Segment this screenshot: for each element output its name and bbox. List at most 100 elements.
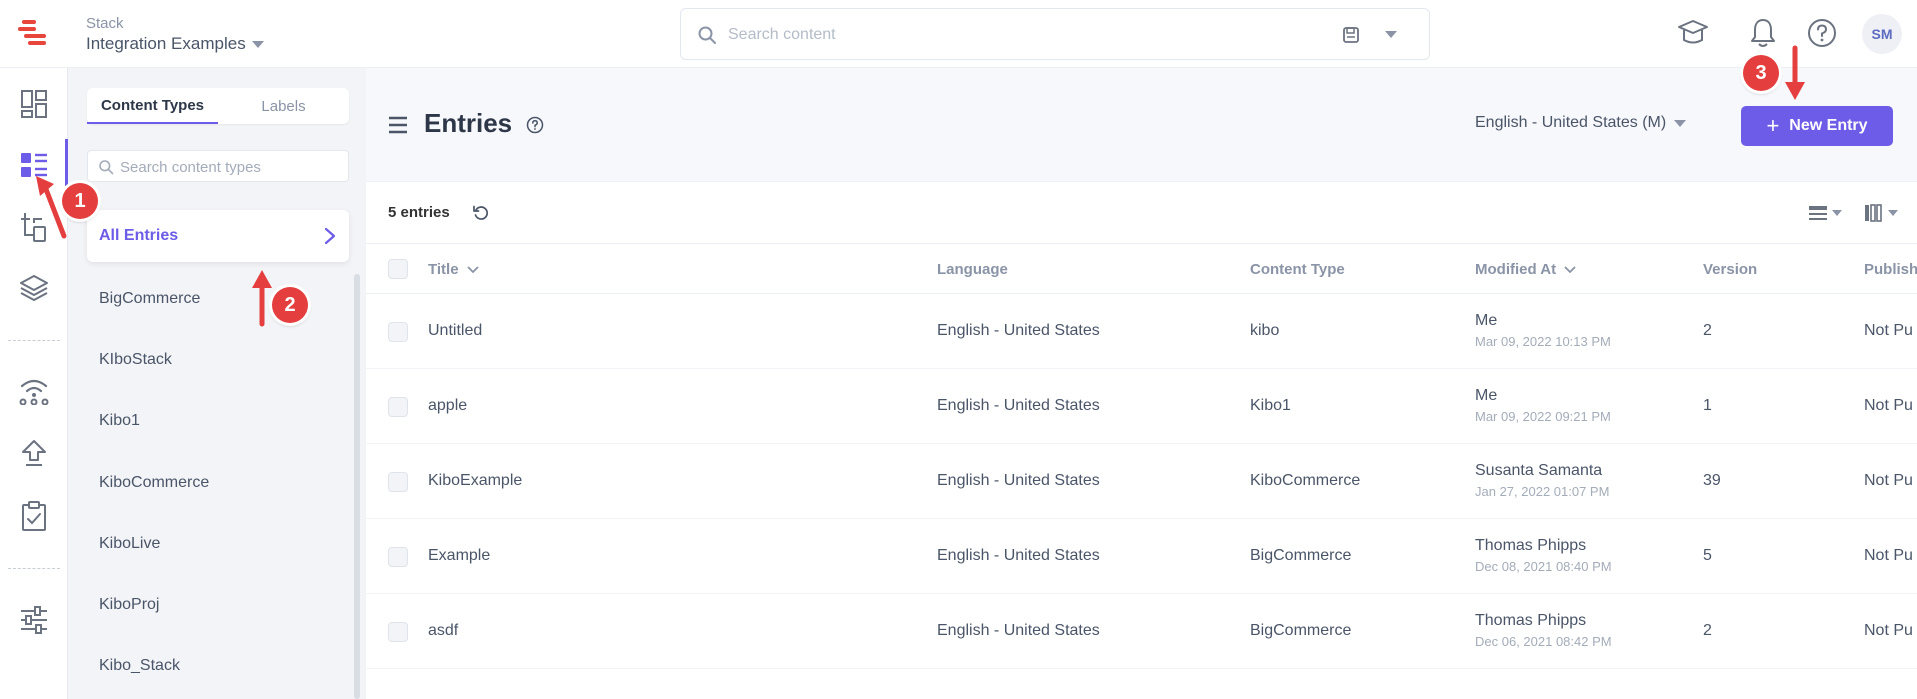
- tab-content-types[interactable]: Content Types: [87, 88, 218, 124]
- language-select[interactable]: English - United States (M): [1475, 114, 1687, 132]
- sidebar-item-content-type[interactable]: Kibo1: [99, 412, 140, 430]
- sort-chevron-icon: [1564, 265, 1576, 274]
- releases-icon[interactable]: [14, 496, 54, 536]
- entry-title[interactable]: KiboExample: [428, 472, 522, 490]
- sidebar-scrollbar[interactable]: [354, 274, 360, 699]
- entry-title[interactable]: apple: [428, 397, 467, 415]
- entries-header: Entries English - United States (M) + Ne…: [366, 68, 1917, 182]
- entry-title[interactable]: Untitled: [428, 322, 482, 340]
- global-search[interactable]: [680, 8, 1430, 60]
- help-icon[interactable]: [1803, 14, 1841, 52]
- table-row[interactable]: Example English - United States BigComme…: [366, 519, 1917, 594]
- sidebar-item-content-type[interactable]: KIboStack: [99, 351, 172, 369]
- notifications-bell-icon[interactable]: [1744, 14, 1782, 52]
- search-options-chevron-icon[interactable]: [1385, 31, 1397, 38]
- column-header-version[interactable]: Version: [1703, 261, 1757, 278]
- academy-icon[interactable]: [1674, 14, 1712, 52]
- stack-name-text: Integration Examples: [86, 34, 246, 53]
- entry-content-type: Kibo1: [1250, 397, 1291, 414]
- column-header-language[interactable]: Language: [937, 261, 1008, 278]
- menu-hamburger-icon[interactable]: [388, 116, 408, 134]
- chevron-down-icon: [1832, 210, 1842, 216]
- entry-publish-status: Not Pu: [1864, 547, 1913, 564]
- content-models-icon[interactable]: [14, 139, 68, 191]
- row-checkbox[interactable]: [388, 472, 408, 492]
- entry-language: English - United States: [937, 322, 1100, 339]
- entry-content-type: KiboCommerce: [1250, 472, 1361, 489]
- entry-publish-status: Not Pu: [1864, 622, 1913, 639]
- column-header-content-type[interactable]: Content Type: [1250, 261, 1345, 278]
- deploy-icon[interactable]: [14, 433, 54, 473]
- tab-labels[interactable]: Labels: [218, 88, 349, 124]
- entry-title[interactable]: asdf: [428, 622, 458, 640]
- entry-content-type: kibo: [1250, 322, 1280, 339]
- settings-sliders-icon[interactable]: [14, 600, 54, 640]
- column-header-modified-at[interactable]: Modified At: [1475, 261, 1576, 278]
- help-circle-icon[interactable]: [526, 116, 544, 134]
- dashboard-icon[interactable]: [14, 84, 54, 124]
- entry-modified-at: Jan 27, 2022 01:07 PM: [1475, 484, 1610, 499]
- sidebar-item-content-type[interactable]: KiboProj: [99, 596, 159, 614]
- row-checkbox[interactable]: [388, 322, 408, 342]
- entry-language: English - United States: [937, 547, 1100, 564]
- language-select-value: English - United States (M): [1475, 114, 1667, 131]
- entry-modified-at: Dec 08, 2021 08:40 PM: [1475, 559, 1612, 574]
- list-view-toggle[interactable]: [1808, 202, 1848, 224]
- entry-title[interactable]: Example: [428, 547, 490, 565]
- sort-chevron-icon: [466, 265, 479, 274]
- row-checkbox[interactable]: [388, 622, 408, 642]
- column-settings-toggle[interactable]: [1864, 202, 1904, 224]
- entry-publish-status: Not Pu: [1864, 472, 1913, 489]
- chevron-down-icon: [1674, 119, 1687, 127]
- entry-content-type: BigCommerce: [1250, 622, 1352, 639]
- entry-version: 39: [1703, 472, 1721, 489]
- table-row[interactable]: KiboExample English - United States Kibo…: [366, 444, 1917, 519]
- top-header: Stack Integration Examples SM: [0, 0, 1917, 68]
- module-rail: [0, 68, 68, 699]
- search-icon: [697, 25, 717, 45]
- sidebar-item-content-type[interactable]: BigCommerce: [99, 290, 200, 308]
- search-icon: [98, 159, 114, 175]
- stack-name[interactable]: Integration Examples: [86, 33, 264, 55]
- entry-modified-by: Me: [1475, 387, 1498, 404]
- entry-version: 5: [1703, 547, 1712, 564]
- row-checkbox[interactable]: [388, 397, 408, 417]
- sidebar-item-content-type[interactable]: KiboCommerce: [99, 474, 209, 492]
- entry-language: English - United States: [937, 397, 1100, 414]
- contentstack-logo-icon[interactable]: [14, 18, 50, 50]
- entries-toolbar: 5 entries: [366, 182, 1917, 244]
- table-header-row: Title Language Content Type Modified At …: [366, 244, 1917, 294]
- entry-version: 1: [1703, 397, 1712, 414]
- sidebar-tabs: Content Types Labels: [87, 88, 349, 124]
- sidebar-item-content-type[interactable]: Kibo_Stack: [99, 657, 180, 675]
- sidebar-item-content-type[interactable]: KiboLive: [99, 535, 160, 553]
- chevron-right-icon: [323, 227, 337, 245]
- annotation-badge-3: 3: [1743, 55, 1779, 91]
- page-title: Entries: [424, 108, 513, 138]
- saved-search-icon[interactable]: [1341, 25, 1361, 45]
- stack-switcher[interactable]: Stack Integration Examples: [86, 15, 264, 55]
- global-search-input[interactable]: [728, 21, 1288, 49]
- table-row[interactable]: Untitled English - United States kibo Me…: [366, 294, 1917, 369]
- new-entry-button[interactable]: + New Entry: [1741, 106, 1893, 146]
- column-header-label: Title: [428, 261, 459, 278]
- annotation-badge-1: 1: [62, 183, 98, 219]
- entries-tree-icon[interactable]: [14, 207, 54, 247]
- webhooks-icon[interactable]: [14, 370, 54, 410]
- row-checkbox[interactable]: [388, 547, 408, 567]
- entry-modified-by: Thomas Phipps: [1475, 612, 1587, 629]
- content-type-search[interactable]: [87, 150, 349, 182]
- column-header-title[interactable]: Title: [428, 261, 479, 278]
- entry-content-type: BigCommerce: [1250, 547, 1352, 564]
- entry-modified-at: Mar 09, 2022 09:21 PM: [1475, 409, 1611, 424]
- avatar[interactable]: SM: [1862, 14, 1902, 54]
- refresh-icon[interactable]: [472, 204, 490, 222]
- assets-layers-icon[interactable]: [14, 268, 54, 308]
- sidebar-item-all-entries[interactable]: All Entries: [87, 210, 349, 262]
- column-header-publish-status[interactable]: Publish: [1864, 261, 1917, 278]
- select-all-checkbox[interactable]: [388, 259, 408, 279]
- table-row[interactable]: apple English - United States Kibo1 Me M…: [366, 369, 1917, 444]
- table-row[interactable]: asdf English - United States BigCommerce…: [366, 594, 1917, 669]
- entry-modified-by: Me: [1475, 312, 1498, 329]
- content-type-search-input[interactable]: [120, 155, 340, 179]
